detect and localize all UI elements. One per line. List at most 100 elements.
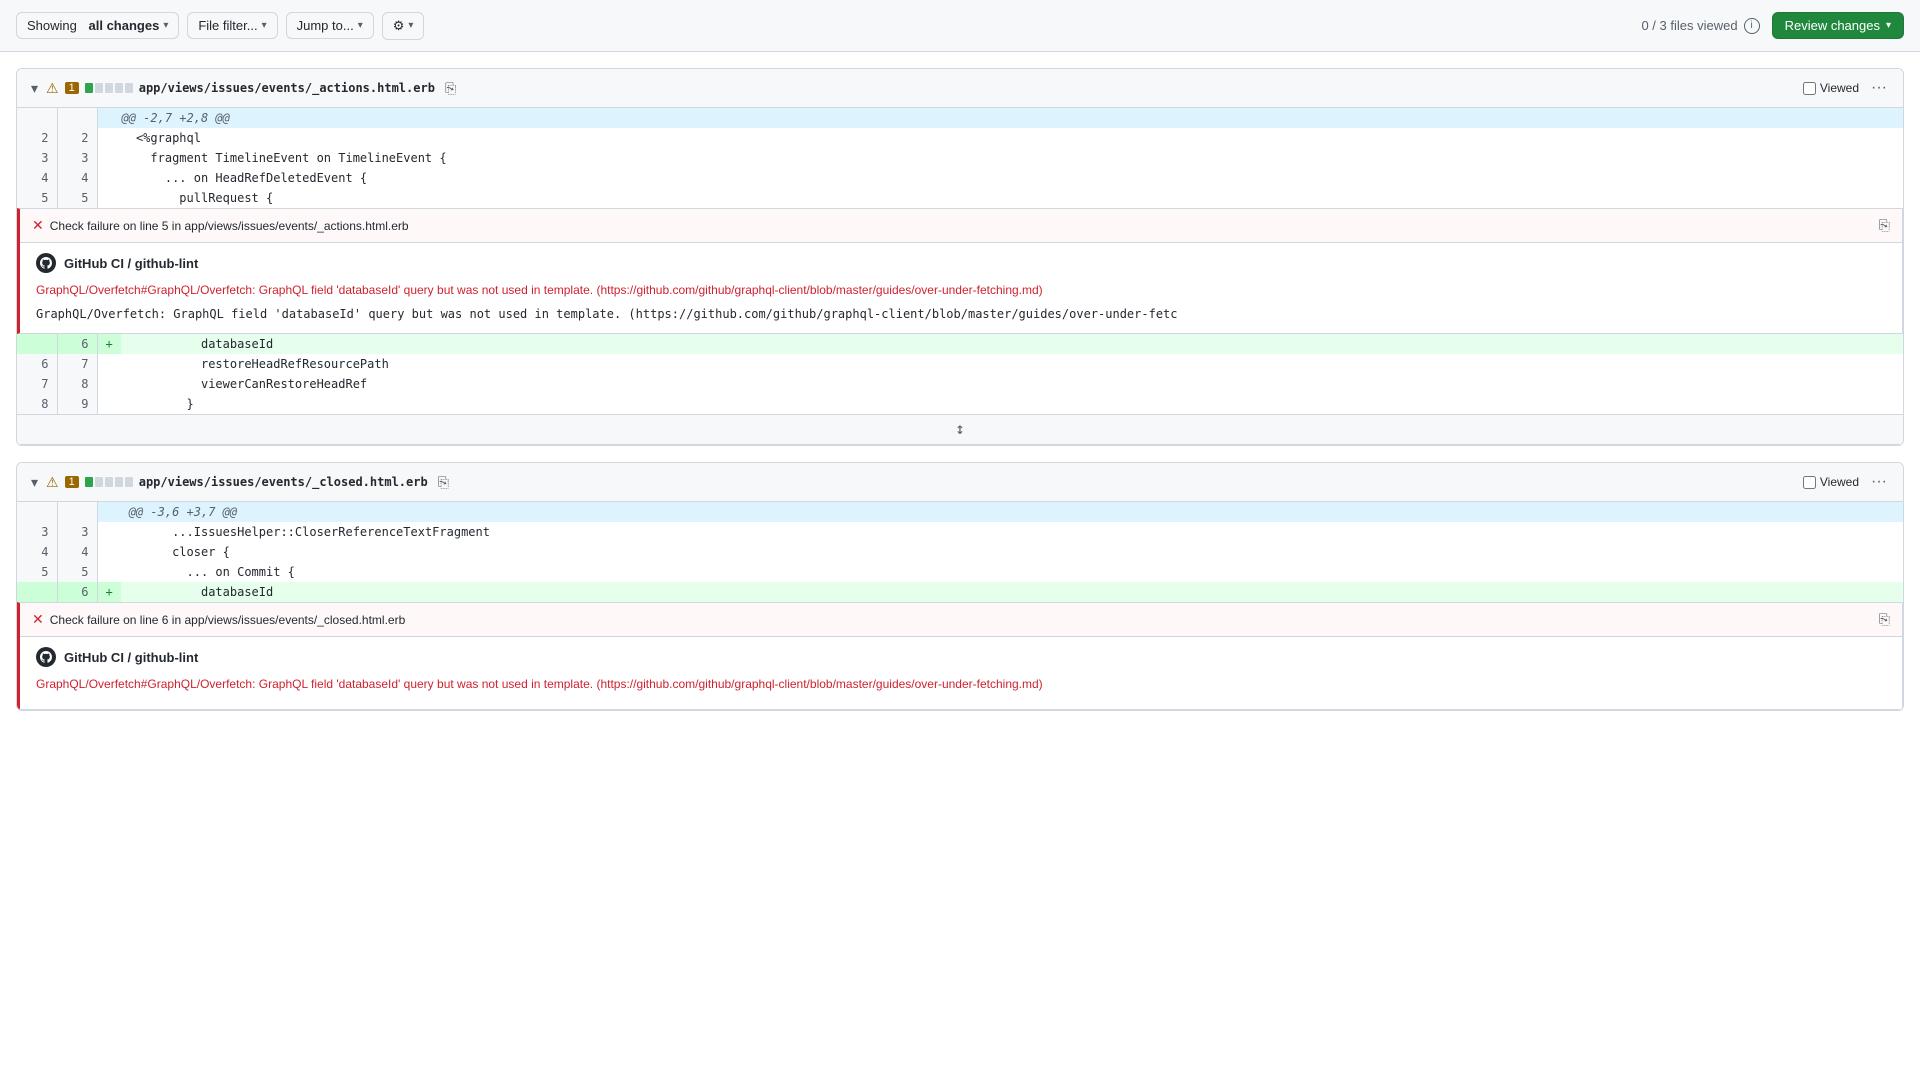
diff-file-2-header-left: ▾ ⚠ 1 app/views/issues/events/_closed.ht… xyxy=(29,472,453,493)
hunk-header-row: @@ -2,7 +2,8 @@ xyxy=(17,108,1903,128)
diff-sign xyxy=(97,354,121,374)
error-message-plain-file-1: GraphQL/Overfetch: GraphQL field 'databa… xyxy=(36,307,1886,321)
check-failure-text-file-2: Check failure on line 6 in app/views/iss… xyxy=(50,613,406,627)
check-annotation-file-2-header-left: ✕ Check failure on line 6 in app/views/i… xyxy=(32,611,405,628)
table-row: 6 7 restoreHeadRefResourcePath xyxy=(17,354,1903,374)
annotation-scroll-file-1[interactable]: GraphQL/Overfetch: GraphQL field 'databa… xyxy=(36,305,1886,323)
more-options-file-1-button[interactable]: ··· xyxy=(1867,77,1891,99)
review-changes-button[interactable]: Review changes ▾ xyxy=(1772,12,1904,39)
line-num-new: 5 xyxy=(57,562,97,582)
collapse-file-1-button[interactable]: ▾ xyxy=(29,78,40,99)
file-filter-label: File filter... xyxy=(198,18,257,33)
line-num-new: 3 xyxy=(57,522,97,542)
diff-code: ... on HeadRefDeletedEvent { xyxy=(114,168,1903,188)
line-num-new: 9 xyxy=(57,394,97,415)
ci-avatar xyxy=(36,253,56,273)
check-annotation-file-2-body: GitHub CI / github-lint GraphQL/Overfetc… xyxy=(20,637,1902,709)
table-row: 5 5 ... on Commit { xyxy=(17,562,1903,582)
diff-file-1: ▾ ⚠ 1 app/views/issues/events/_actions.h… xyxy=(16,68,1904,446)
diff-code-add: databaseId xyxy=(121,334,1903,354)
table-row: 2 2 <%graphql xyxy=(17,128,1903,148)
line-num-new: 2 xyxy=(57,128,97,148)
all-changes-label: all changes xyxy=(89,18,160,33)
line-num-old: 4 xyxy=(17,168,57,188)
info-icon[interactable]: i xyxy=(1744,18,1760,34)
check-annotation-file-1-body: GitHub CI / github-lint GraphQL/Overfetc… xyxy=(20,243,1902,333)
line-num-empty xyxy=(57,108,97,128)
line-num-old: 3 xyxy=(17,522,57,542)
copy-file-2-path-button[interactable]: ⎘ xyxy=(434,472,453,493)
x-icon: ✕ xyxy=(32,217,44,234)
expand-down-icon: ↕ xyxy=(955,419,965,438)
diff-code: pullRequest { xyxy=(114,188,1903,208)
jump-to-dropdown[interactable]: Jump to... ▾ xyxy=(286,12,374,39)
diff-sign xyxy=(97,374,121,394)
viewed-label-file-2[interactable]: Viewed xyxy=(1803,475,1859,489)
ci-name-file-2: GitHub CI / github-lint xyxy=(64,650,198,665)
diff-bar-seg-gray xyxy=(115,477,123,487)
chevron-down-icon: ▾ xyxy=(1886,20,1891,31)
table-row: 4 4 closer { xyxy=(17,542,1903,562)
check-annotation-file-1-header-left: ✕ Check failure on line 5 in app/views/i… xyxy=(32,217,409,234)
viewed-label-file-1[interactable]: Viewed xyxy=(1803,81,1859,95)
diff-code: restoreHeadRefResourcePath xyxy=(121,354,1903,374)
warning-icon: ⚠ xyxy=(46,474,59,491)
line-num-new: 7 xyxy=(57,354,97,374)
files-viewed-count: 0 / 3 files viewed i xyxy=(1641,18,1759,34)
annotation-copy-file-2-button[interactable]: ⎘ xyxy=(1879,611,1890,628)
diff-code: closer { xyxy=(121,542,1903,562)
check-failure-text-file-1: Check failure on line 5 in app/views/iss… xyxy=(50,219,409,233)
ci-avatar xyxy=(36,647,56,667)
review-changes-label: Review changes xyxy=(1785,18,1880,33)
showing-all-changes-dropdown[interactable]: Showing all changes ▾ xyxy=(16,12,179,39)
line-num-old: 5 xyxy=(17,562,57,582)
diff-code: ... on Commit { xyxy=(121,562,1903,582)
viewed-checkbox-file-2[interactable] xyxy=(1803,476,1816,489)
chevron-down-icon: ▾ xyxy=(408,20,413,31)
line-num-old-empty xyxy=(17,334,57,354)
table-row: 8 9 } xyxy=(17,394,1903,415)
line-num-old: 3 xyxy=(17,148,57,168)
table-row: 6 + databaseId xyxy=(17,334,1903,354)
line-num-new: 4 xyxy=(57,168,97,188)
diff-file-1-header-right: Viewed ··· xyxy=(1803,77,1891,99)
line-num-new-add: 6 xyxy=(57,334,97,354)
diff-bar-seg-gray xyxy=(105,83,113,93)
line-num-new: 5 xyxy=(57,188,97,208)
copy-file-1-path-button[interactable]: ⎘ xyxy=(441,78,460,99)
ci-name-file-1: GitHub CI / github-lint xyxy=(64,256,198,271)
diff-bar-seg-green xyxy=(85,83,93,93)
diff-bar-file-2 xyxy=(85,477,133,487)
table-row: 5 5 pullRequest { xyxy=(17,188,1903,208)
diff-expand-row[interactable]: ↕ xyxy=(17,415,1903,445)
files-viewed-label: 0 / 3 files viewed xyxy=(1641,18,1737,33)
file-2-count-badge: 1 xyxy=(65,476,79,488)
line-num-old: 4 xyxy=(17,542,57,562)
line-num-new-add: 6 xyxy=(57,582,97,602)
file-1-count-badge: 1 xyxy=(65,82,79,94)
collapse-file-2-button[interactable]: ▾ xyxy=(29,472,40,493)
diff-sign xyxy=(97,522,121,542)
diff-bar-seg-gray xyxy=(105,477,113,487)
viewed-text-file-2: Viewed xyxy=(1820,475,1859,489)
settings-dropdown[interactable]: ⚙ ▾ xyxy=(382,12,425,40)
line-num-old-empty xyxy=(17,582,57,602)
diff-file-2: ▾ ⚠ 1 app/views/issues/events/_closed.ht… xyxy=(16,462,1904,711)
diff-table-file-1-after: 6 + databaseId 6 7 restoreHeadRefResourc… xyxy=(17,334,1903,445)
viewed-checkbox-file-1[interactable] xyxy=(1803,82,1816,95)
line-num-old: 6 xyxy=(17,354,57,374)
more-options-file-2-button[interactable]: ··· xyxy=(1867,471,1891,493)
diff-code-add: databaseId xyxy=(121,582,1903,602)
diff-sign-hunk xyxy=(97,108,114,128)
line-num-empty xyxy=(17,108,57,128)
line-num-old: 7 xyxy=(17,374,57,394)
diff-sign xyxy=(97,562,121,582)
file-1-path: app/views/issues/events/_actions.html.er… xyxy=(139,81,435,95)
diff-sign xyxy=(97,128,114,148)
annotation-copy-file-1-button[interactable]: ⎘ xyxy=(1879,217,1890,234)
file-filter-dropdown[interactable]: File filter... ▾ xyxy=(187,12,277,39)
toolbar-left: Showing all changes ▾ File filter... ▾ J… xyxy=(16,12,424,40)
diff-sign xyxy=(97,188,114,208)
table-row: 7 8 viewerCanRestoreHeadRef xyxy=(17,374,1903,394)
diff-sign xyxy=(97,148,114,168)
